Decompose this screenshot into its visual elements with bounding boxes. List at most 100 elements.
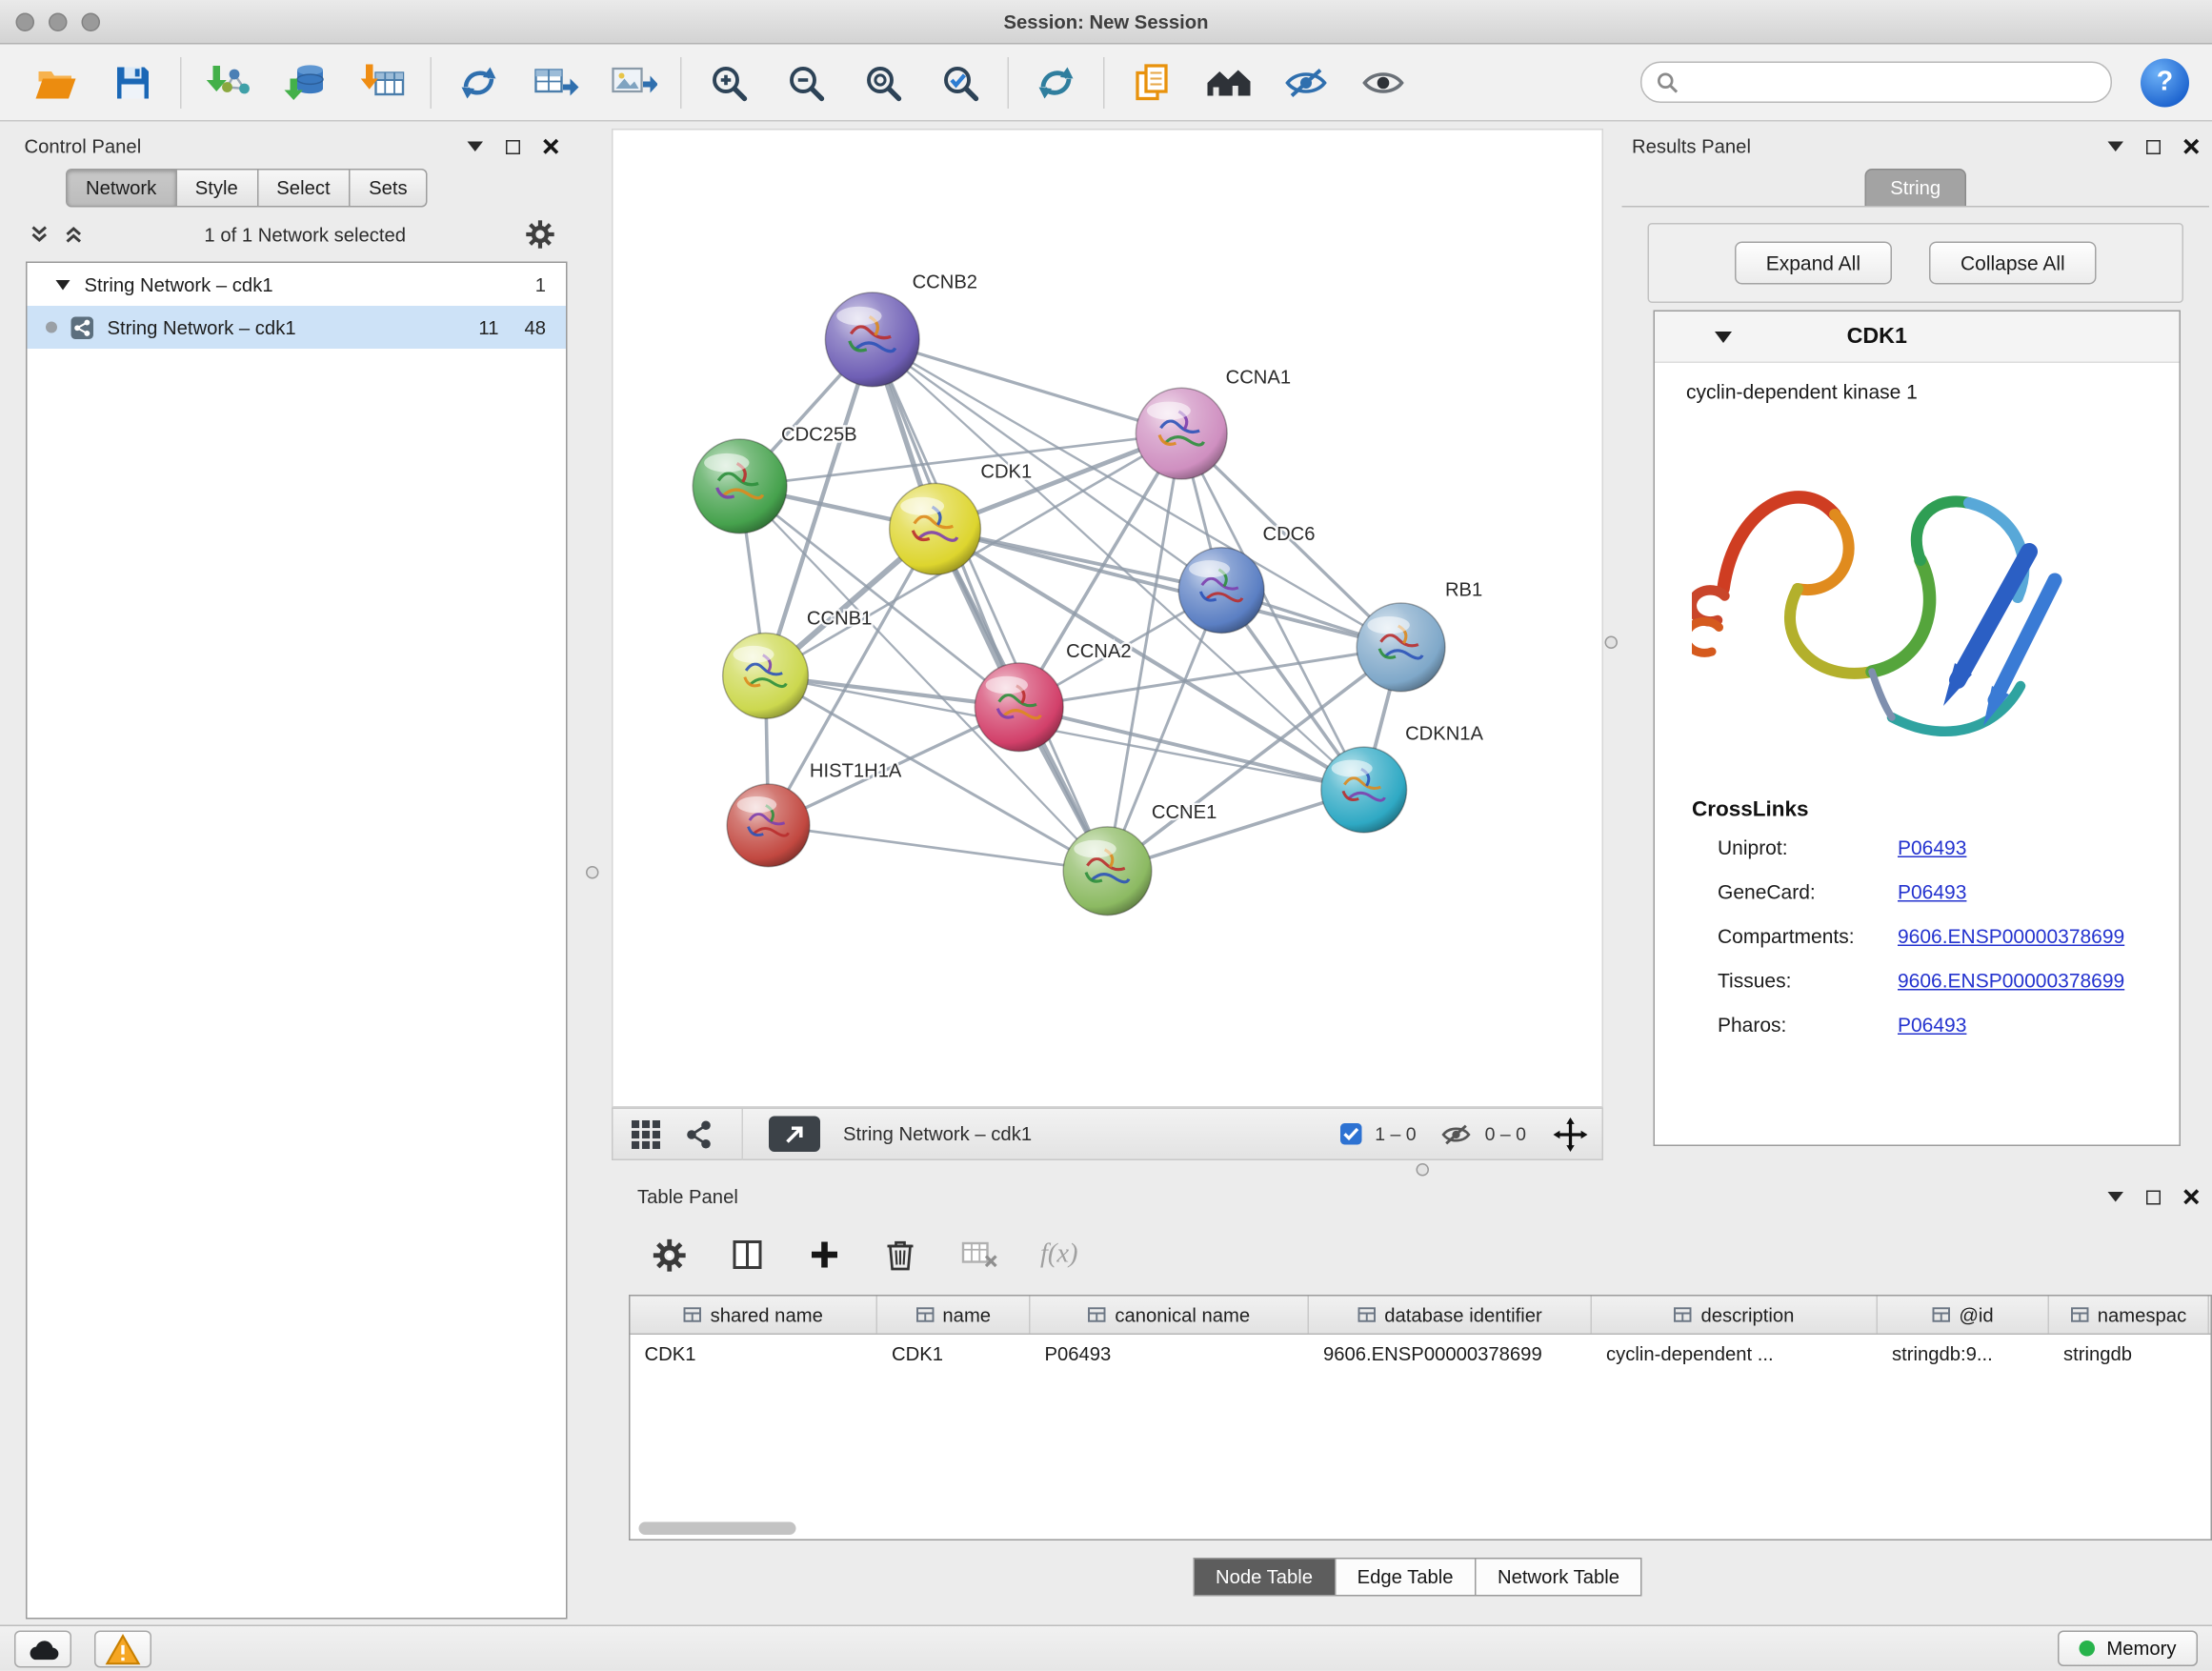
table-settings-button[interactable] <box>651 1236 690 1275</box>
close-panel-button[interactable] <box>2183 1189 2200 1205</box>
delete-table-button[interactable] <box>957 1237 1002 1274</box>
string-result-entry: CDK1 cyclin-dependent kinase 1 <box>1654 311 2182 1147</box>
column-header--id[interactable]: @id <box>1878 1297 2049 1334</box>
show-all-button[interactable] <box>1345 50 1422 115</box>
column-header-name[interactable]: name <box>877 1297 1031 1334</box>
memory-button[interactable]: Memory <box>2058 1631 2198 1667</box>
crosslink-label: Tissues: <box>1718 968 1898 991</box>
network-edge <box>873 339 1182 433</box>
bottom-splitter-handle[interactable] <box>1417 1163 1430 1177</box>
horizontal-scrollbar[interactable] <box>639 1522 796 1536</box>
crosslink-row: Tissues:9606.ENSP00000378699 <box>1655 957 2180 1002</box>
zoom-fit-button[interactable] <box>845 50 922 115</box>
crosslink-value[interactable]: P06493 <box>1898 879 1966 902</box>
crosslink-value[interactable]: 9606.ENSP00000378699 <box>1898 968 2124 991</box>
panel-menu-icon[interactable] <box>2108 142 2124 152</box>
minimize-window-button[interactable] <box>49 12 68 31</box>
zoom-window-button[interactable] <box>82 12 101 31</box>
column-header-shared-name[interactable]: shared name <box>631 1297 878 1334</box>
tab-style[interactable]: Style <box>176 169 258 208</box>
tree-expand-icon[interactable] <box>56 279 70 290</box>
close-panel-button[interactable] <box>2183 139 2200 155</box>
expand-all-button[interactable]: Expand All <box>1735 242 1892 285</box>
function-builder-button[interactable]: f(x) <box>1040 1239 1078 1271</box>
pan-crosshair-icon[interactable] <box>1554 1117 1588 1151</box>
tab-network-table[interactable]: Network Table <box>1475 1558 1642 1597</box>
network-node-CDC6[interactable] <box>1178 548 1264 634</box>
export-image-button[interactable] <box>594 50 672 115</box>
network-overview-button[interactable] <box>682 1116 716 1153</box>
tab-string[interactable]: String <box>1864 169 1966 206</box>
zoom-out-button[interactable] <box>768 50 845 115</box>
collapse-all-networks-icon[interactable] <box>29 225 50 245</box>
crosslink-value[interactable]: 9606.ENSP00000378699 <box>1898 924 2124 947</box>
warnings-button[interactable] <box>94 1630 151 1667</box>
result-entry-header[interactable]: CDK1 <box>1655 312 2180 363</box>
network-node-CCNE1[interactable] <box>1063 827 1152 916</box>
left-splitter-handle[interactable] <box>586 866 599 879</box>
open-in-new-button[interactable] <box>769 1117 820 1153</box>
open-session-button[interactable] <box>17 50 94 115</box>
expand-all-networks-icon[interactable] <box>63 225 85 245</box>
home-layout-button[interactable] <box>1191 50 1268 115</box>
collapse-all-button[interactable]: Collapse All <box>1929 242 2097 285</box>
right-splitter-handle[interactable] <box>1605 636 1619 650</box>
save-session-button[interactable] <box>94 50 171 115</box>
help-button[interactable]: ? <box>2141 58 2189 107</box>
network-node-CCNB2[interactable] <box>825 292 919 387</box>
network-from-table-button[interactable] <box>517 50 594 115</box>
table-row[interactable]: CDK1CDK1P064939606.ENSP00000378699cyclin… <box>631 1335 2211 1372</box>
zoom-in-button[interactable] <box>691 50 768 115</box>
refresh-view-button[interactable] <box>1017 50 1095 115</box>
close-panel-button[interactable] <box>543 139 559 155</box>
network-node-CDKN1A[interactable] <box>1321 747 1407 833</box>
cloud-button[interactable] <box>14 1630 71 1667</box>
column-header-namespac[interactable]: namespac <box>2049 1297 2209 1334</box>
zoom-selected-button[interactable] <box>922 50 999 115</box>
control-panel-title: Control Panel <box>25 136 142 158</box>
search-input[interactable] <box>1689 71 2097 93</box>
tab-node-table[interactable]: Node Table <box>1193 1558 1336 1597</box>
import-table-button[interactable] <box>345 50 422 115</box>
network-node-CDK1[interactable] <box>890 483 981 574</box>
grid-view-button[interactable] <box>628 1116 665 1153</box>
add-column-button[interactable] <box>806 1237 843 1274</box>
column-header-canonical-name[interactable]: canonical name <box>1031 1297 1310 1334</box>
tab-network[interactable]: Network <box>66 169 176 208</box>
import-database-button[interactable] <box>268 50 345 115</box>
network-node-CCNA2[interactable] <box>975 663 1063 752</box>
delete-column-button[interactable] <box>882 1235 919 1275</box>
network-node-CDC25B[interactable] <box>693 439 787 534</box>
network-row-selected[interactable]: String Network – cdk1 11 48 <box>28 306 567 349</box>
network-collection-row[interactable]: String Network – cdk1 1 <box>28 263 567 306</box>
tab-edge-table[interactable]: Edge Table <box>1335 1558 1477 1597</box>
import-network-button[interactable] <box>191 50 268 115</box>
network-options-gear-icon[interactable] <box>526 220 554 249</box>
panel-menu-icon[interactable] <box>468 142 484 152</box>
column-header-database-identifier[interactable]: database identifier <box>1309 1297 1592 1334</box>
network-node-RB1[interactable] <box>1357 603 1445 692</box>
tab-sets[interactable]: Sets <box>351 169 428 208</box>
selected-checkbox-icon[interactable] <box>1340 1123 1362 1145</box>
window-title: Session: New Session <box>0 10 2212 32</box>
column-header-description[interactable]: description <box>1592 1297 1878 1334</box>
hidden-eye-slash-icon[interactable] <box>1440 1121 1472 1147</box>
tab-select[interactable]: Select <box>258 169 351 208</box>
collapse-entry-icon[interactable] <box>1715 331 1732 342</box>
show-columns-button[interactable] <box>728 1235 768 1275</box>
network-node-HIST1H1A[interactable] <box>727 784 810 867</box>
float-panel-button[interactable] <box>2146 1190 2161 1204</box>
network-canvas[interactable]: CCNB2CCNA1CDC25BCDK1CDC6RB1CCNB1CCNA2CDK… <box>612 129 1603 1108</box>
network-node-CCNA1[interactable] <box>1136 388 1227 479</box>
eye-icon <box>1360 64 1406 101</box>
copy-documents-button[interactable] <box>1114 50 1191 115</box>
network-node-CCNB1[interactable] <box>723 633 809 718</box>
close-window-button[interactable] <box>16 12 35 31</box>
panel-menu-icon[interactable] <box>2108 1192 2124 1202</box>
network-tools-button[interactable] <box>440 50 517 115</box>
hide-selection-button[interactable] <box>1268 50 1345 115</box>
crosslink-value[interactable]: P06493 <box>1898 836 1966 858</box>
crosslink-value[interactable]: P06493 <box>1898 1013 1966 1036</box>
float-panel-button[interactable] <box>506 139 520 153</box>
float-panel-button[interactable] <box>2146 139 2161 153</box>
